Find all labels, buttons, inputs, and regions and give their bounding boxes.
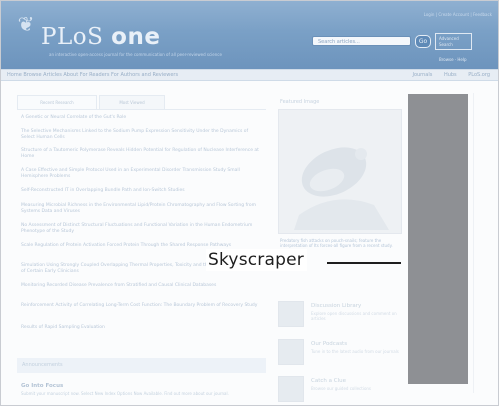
promo-catch-a-clue[interactable]: Catch a Clue Browse our guided collectio… (278, 376, 402, 405)
promo-text: Tune in to the latest audio from our jou… (311, 349, 399, 354)
promo-thumbnail (278, 339, 304, 365)
featured-image-title: Featured Image (280, 99, 320, 105)
main-nav: Home Browse Articles About For Readers F… (1, 69, 498, 81)
featured-image-graphic (279, 110, 401, 233)
featured-image-caption: Predatory fish attacks on pouch-snails; … (280, 238, 393, 248)
nav-secondary-items[interactable]: Journals Hubs PLoS.org (412, 70, 490, 80)
skyscraper-label: Skyscraper (206, 249, 307, 271)
featured-image[interactable] (278, 109, 402, 234)
nav-primary-items[interactable]: Home Browse Articles About For Readers F… (7, 70, 178, 80)
article-link[interactable]: Monitoring Recorded Disease Prevalence f… (21, 283, 261, 289)
skyscraper-ad-slot (408, 94, 468, 384)
logo-text-prefix: PLoS (41, 24, 112, 50)
article-tabs: Recent Research Most Viewed (17, 93, 266, 110)
search-input[interactable]: Search articles... (312, 36, 411, 46)
announcement-text: Submit your manuscript now. Select New I… (21, 391, 229, 396)
promo-thumbnail (278, 301, 304, 327)
site-logo[interactable]: PLoS one (41, 24, 160, 50)
article-link[interactable]: Measuring Microbial Richness in the Envi… (21, 203, 261, 215)
site-header: ❦ PLoS one an interactive open-access jo… (1, 1, 498, 69)
site-tagline: an interactive open-access journal for t… (49, 52, 222, 57)
promo-text: Explore open discussions and comment on … (311, 311, 397, 321)
article-link[interactable]: Self-Reconstructed IT in Overlapping Bun… (21, 188, 261, 194)
search-help-links[interactable]: Browse · Help (439, 57, 467, 62)
plos-logo-icon: ❦ (17, 12, 35, 36)
article-link[interactable]: A Case Effective and Simple Protocol Use… (21, 168, 261, 180)
search-go-button[interactable]: Go (415, 35, 431, 48)
promo-title: Our Podcasts (311, 341, 348, 347)
article-link[interactable]: Structure of a Tautomeric Polymerase Rev… (21, 148, 261, 160)
article-link[interactable]: A Genetic or Neural Correlate of the Gut… (21, 115, 261, 121)
announcement-title[interactable]: Go Into Focus (21, 383, 63, 389)
article-link[interactable]: No Assessment of Distinct Structural Flu… (21, 223, 261, 235)
promo-discussion[interactable]: Discussion Library Explore open discussi… (278, 301, 402, 333)
article-link[interactable]: Results of Rapid Sampling Evaluation (21, 325, 261, 331)
promo-text: Browse our guided collections (311, 386, 372, 391)
article-link[interactable]: Reinforcement Activity of Correlating Lo… (21, 303, 261, 309)
promo-title: Discussion Library (311, 303, 362, 309)
skyscraper-pointer-line (327, 262, 401, 264)
announcements-bar: Announcements (17, 358, 266, 373)
tab-recent-research[interactable]: Recent Research (17, 95, 97, 109)
promo-title: Catch a Clue (311, 378, 346, 384)
promo-thumbnail (278, 376, 304, 402)
tab-most-viewed[interactable]: Most Viewed (99, 95, 165, 109)
logo-text-one: one (111, 24, 161, 50)
account-links[interactable]: Login | Create Account | Feedback (424, 12, 492, 17)
promo-podcasts[interactable]: Our Podcasts Tune in to the latest audio… (278, 339, 402, 371)
page-edge-column (473, 93, 486, 393)
article-link[interactable]: The Selective Mechanisms Linked to the S… (21, 129, 261, 141)
page-frame: ❦ PLoS one an interactive open-access jo… (0, 0, 499, 406)
advanced-search-link[interactable]: Advanced Search (435, 33, 472, 50)
